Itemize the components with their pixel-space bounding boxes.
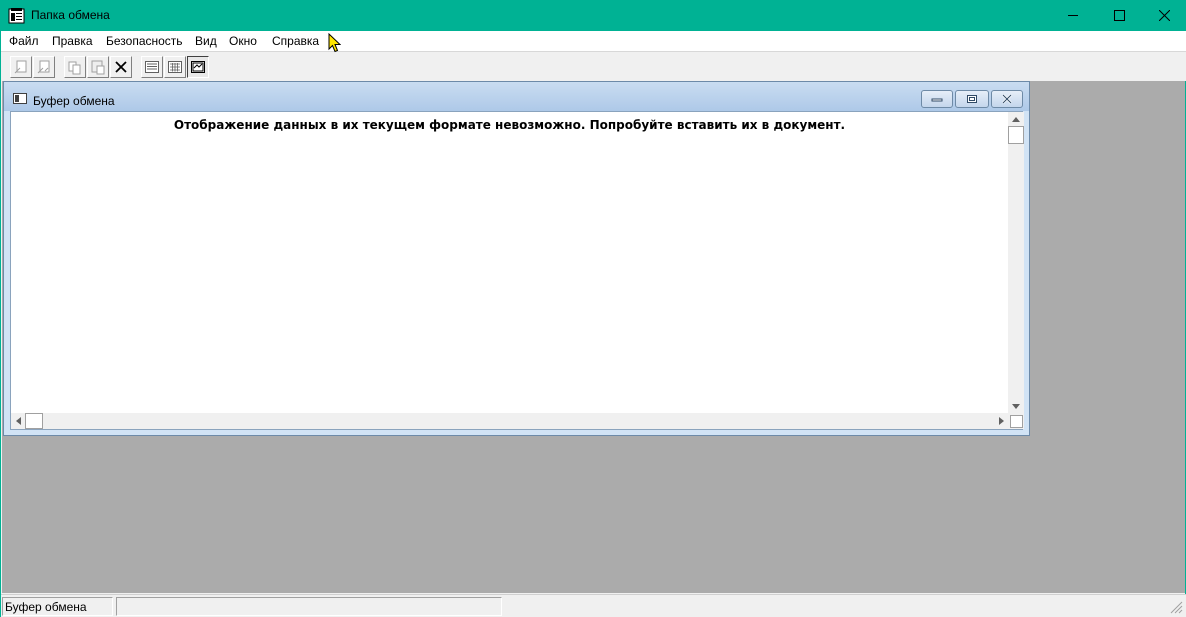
page-view-icon	[191, 61, 205, 73]
mdi-area: Буфер обмена Отображение данных в их тек…	[2, 81, 1185, 593]
restore-icon	[967, 95, 977, 103]
menu-view[interactable]: Вид	[195, 34, 217, 48]
minimize-button[interactable]	[1050, 0, 1096, 31]
clipbook-app: Папка обмена Файл Правка Безопасность Ви…	[0, 0, 1186, 617]
resize-grip-icon[interactable]	[1169, 600, 1183, 614]
delete-button[interactable]	[110, 56, 132, 78]
mouse-cursor-icon	[328, 33, 341, 53]
menu-bar: Файл Правка Безопасность Вид Окно Справк…	[1, 31, 1186, 51]
scroll-right-icon	[998, 417, 1004, 425]
maximize-button[interactable]	[1096, 0, 1142, 31]
clipbook-app-icon	[8, 8, 25, 24]
clipboard-window-icon	[13, 93, 27, 104]
scroll-left-icon	[15, 417, 21, 425]
menu-edit[interactable]: Правка	[52, 34, 93, 48]
title-bar[interactable]: Папка обмена	[1, 0, 1186, 31]
scroll-left-button[interactable]	[11, 413, 25, 429]
minimize-icon	[931, 98, 943, 102]
grid-view-button[interactable]	[164, 56, 186, 78]
scroll-corner	[1008, 413, 1024, 429]
clipboard-content: Отображение данных в их текущем формате …	[10, 111, 1024, 430]
vertical-scrollbar[interactable]	[1008, 112, 1024, 413]
toolbar	[1, 51, 1186, 81]
disconnect-button[interactable]	[33, 56, 55, 78]
scroll-right-button[interactable]	[994, 413, 1008, 429]
child-close-button[interactable]	[991, 90, 1023, 108]
connect-icon	[14, 60, 27, 74]
clipboard-window: Буфер обмена Отображение данных в их тек…	[3, 81, 1030, 436]
status-bar: Буфер обмена	[1, 594, 1186, 617]
menu-help[interactable]: Справка	[272, 34, 319, 48]
horizontal-scroll-thumb[interactable]	[25, 413, 43, 429]
clipboard-window-titlebar[interactable]: Буфер обмена	[4, 82, 1029, 111]
vertical-scroll-thumb[interactable]	[1008, 126, 1024, 144]
share-icon	[68, 61, 81, 75]
menu-file[interactable]: Файл	[9, 34, 39, 48]
horizontal-scrollbar[interactable]	[11, 413, 1008, 429]
scroll-up-icon	[1012, 116, 1020, 122]
list-view-icon	[145, 61, 159, 73]
child-restore-button[interactable]	[955, 90, 989, 108]
child-minimize-button[interactable]	[921, 90, 953, 108]
close-icon	[1158, 10, 1170, 21]
menu-security[interactable]: Безопасность	[106, 34, 183, 48]
scroll-down-icon	[1012, 403, 1020, 409]
close-icon	[1002, 94, 1012, 104]
scroll-up-button[interactable]	[1008, 112, 1024, 126]
unshare-icon	[91, 60, 105, 75]
clipboard-message: Отображение данных в их текущем формате …	[173, 118, 846, 132]
grid-view-icon	[168, 61, 182, 73]
disconnect-icon	[37, 60, 50, 74]
delete-icon	[115, 61, 127, 73]
menu-window[interactable]: Окно	[229, 34, 257, 48]
share-button[interactable]	[64, 56, 86, 78]
clipboard-window-title: Буфер обмена	[33, 94, 115, 108]
minimize-icon	[1067, 15, 1078, 16]
window-title: Папка обмена	[31, 8, 110, 22]
close-button[interactable]	[1141, 0, 1186, 31]
list-view-button[interactable]	[141, 56, 163, 78]
maximize-icon	[1113, 10, 1125, 21]
status-panel-empty	[116, 597, 502, 616]
connect-button[interactable]	[10, 56, 32, 78]
unshare-button[interactable]	[87, 56, 109, 78]
status-text: Буфер обмена	[2, 597, 113, 616]
scroll-down-button[interactable]	[1008, 399, 1024, 413]
page-view-button[interactable]	[187, 56, 209, 78]
